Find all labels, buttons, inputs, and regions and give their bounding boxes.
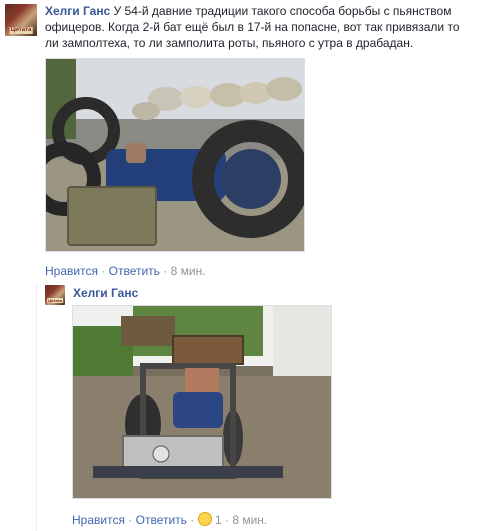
separator-dot: · bbox=[101, 264, 106, 278]
reaction-count[interactable]: 1 bbox=[215, 513, 222, 527]
reply-actions: Нравится · Ответить · 1 · 8 мин. bbox=[72, 512, 267, 527]
separator-dot: · bbox=[225, 513, 229, 527]
avatar[interactable]: Цитата bbox=[5, 4, 37, 36]
reply-body: Хелги Ганс bbox=[73, 285, 138, 301]
comment-body: Хелги Ганс У 54-й давние традиции такого… bbox=[45, 3, 470, 51]
reply-photo[interactable] bbox=[72, 305, 332, 499]
comment-actions: Нравится · Ответить · 8 мин. bbox=[45, 264, 206, 278]
laughing-emoji-icon[interactable] bbox=[197, 512, 212, 526]
reply-button[interactable]: Ответить bbox=[136, 513, 187, 527]
comment-photo[interactable] bbox=[45, 58, 305, 252]
reply-author[interactable]: Хелги Ганс bbox=[73, 286, 138, 300]
reply-avatar[interactable]: Цитата bbox=[45, 285, 65, 305]
reply-thread-line bbox=[36, 283, 37, 531]
like-button[interactable]: Нравится bbox=[45, 264, 98, 278]
separator-dot: · bbox=[190, 513, 195, 527]
avatar-caption: Цитата bbox=[9, 27, 33, 34]
photo-drunk-officer-tied-in-tire bbox=[46, 59, 304, 251]
comment-author[interactable]: Хелги Ганс bbox=[45, 4, 110, 18]
reply-timestamp[interactable]: 8 мин. bbox=[232, 513, 267, 527]
comment-timestamp[interactable]: 8 мин. bbox=[171, 264, 206, 278]
separator-dot: · bbox=[163, 264, 168, 278]
reply-button[interactable]: Ответить bbox=[109, 264, 160, 278]
like-button[interactable]: Нравится bbox=[72, 513, 125, 527]
avatar-caption: Цитата bbox=[47, 298, 63, 303]
separator-dot: · bbox=[128, 513, 133, 527]
photo-officer-in-car-frame bbox=[73, 306, 331, 498]
